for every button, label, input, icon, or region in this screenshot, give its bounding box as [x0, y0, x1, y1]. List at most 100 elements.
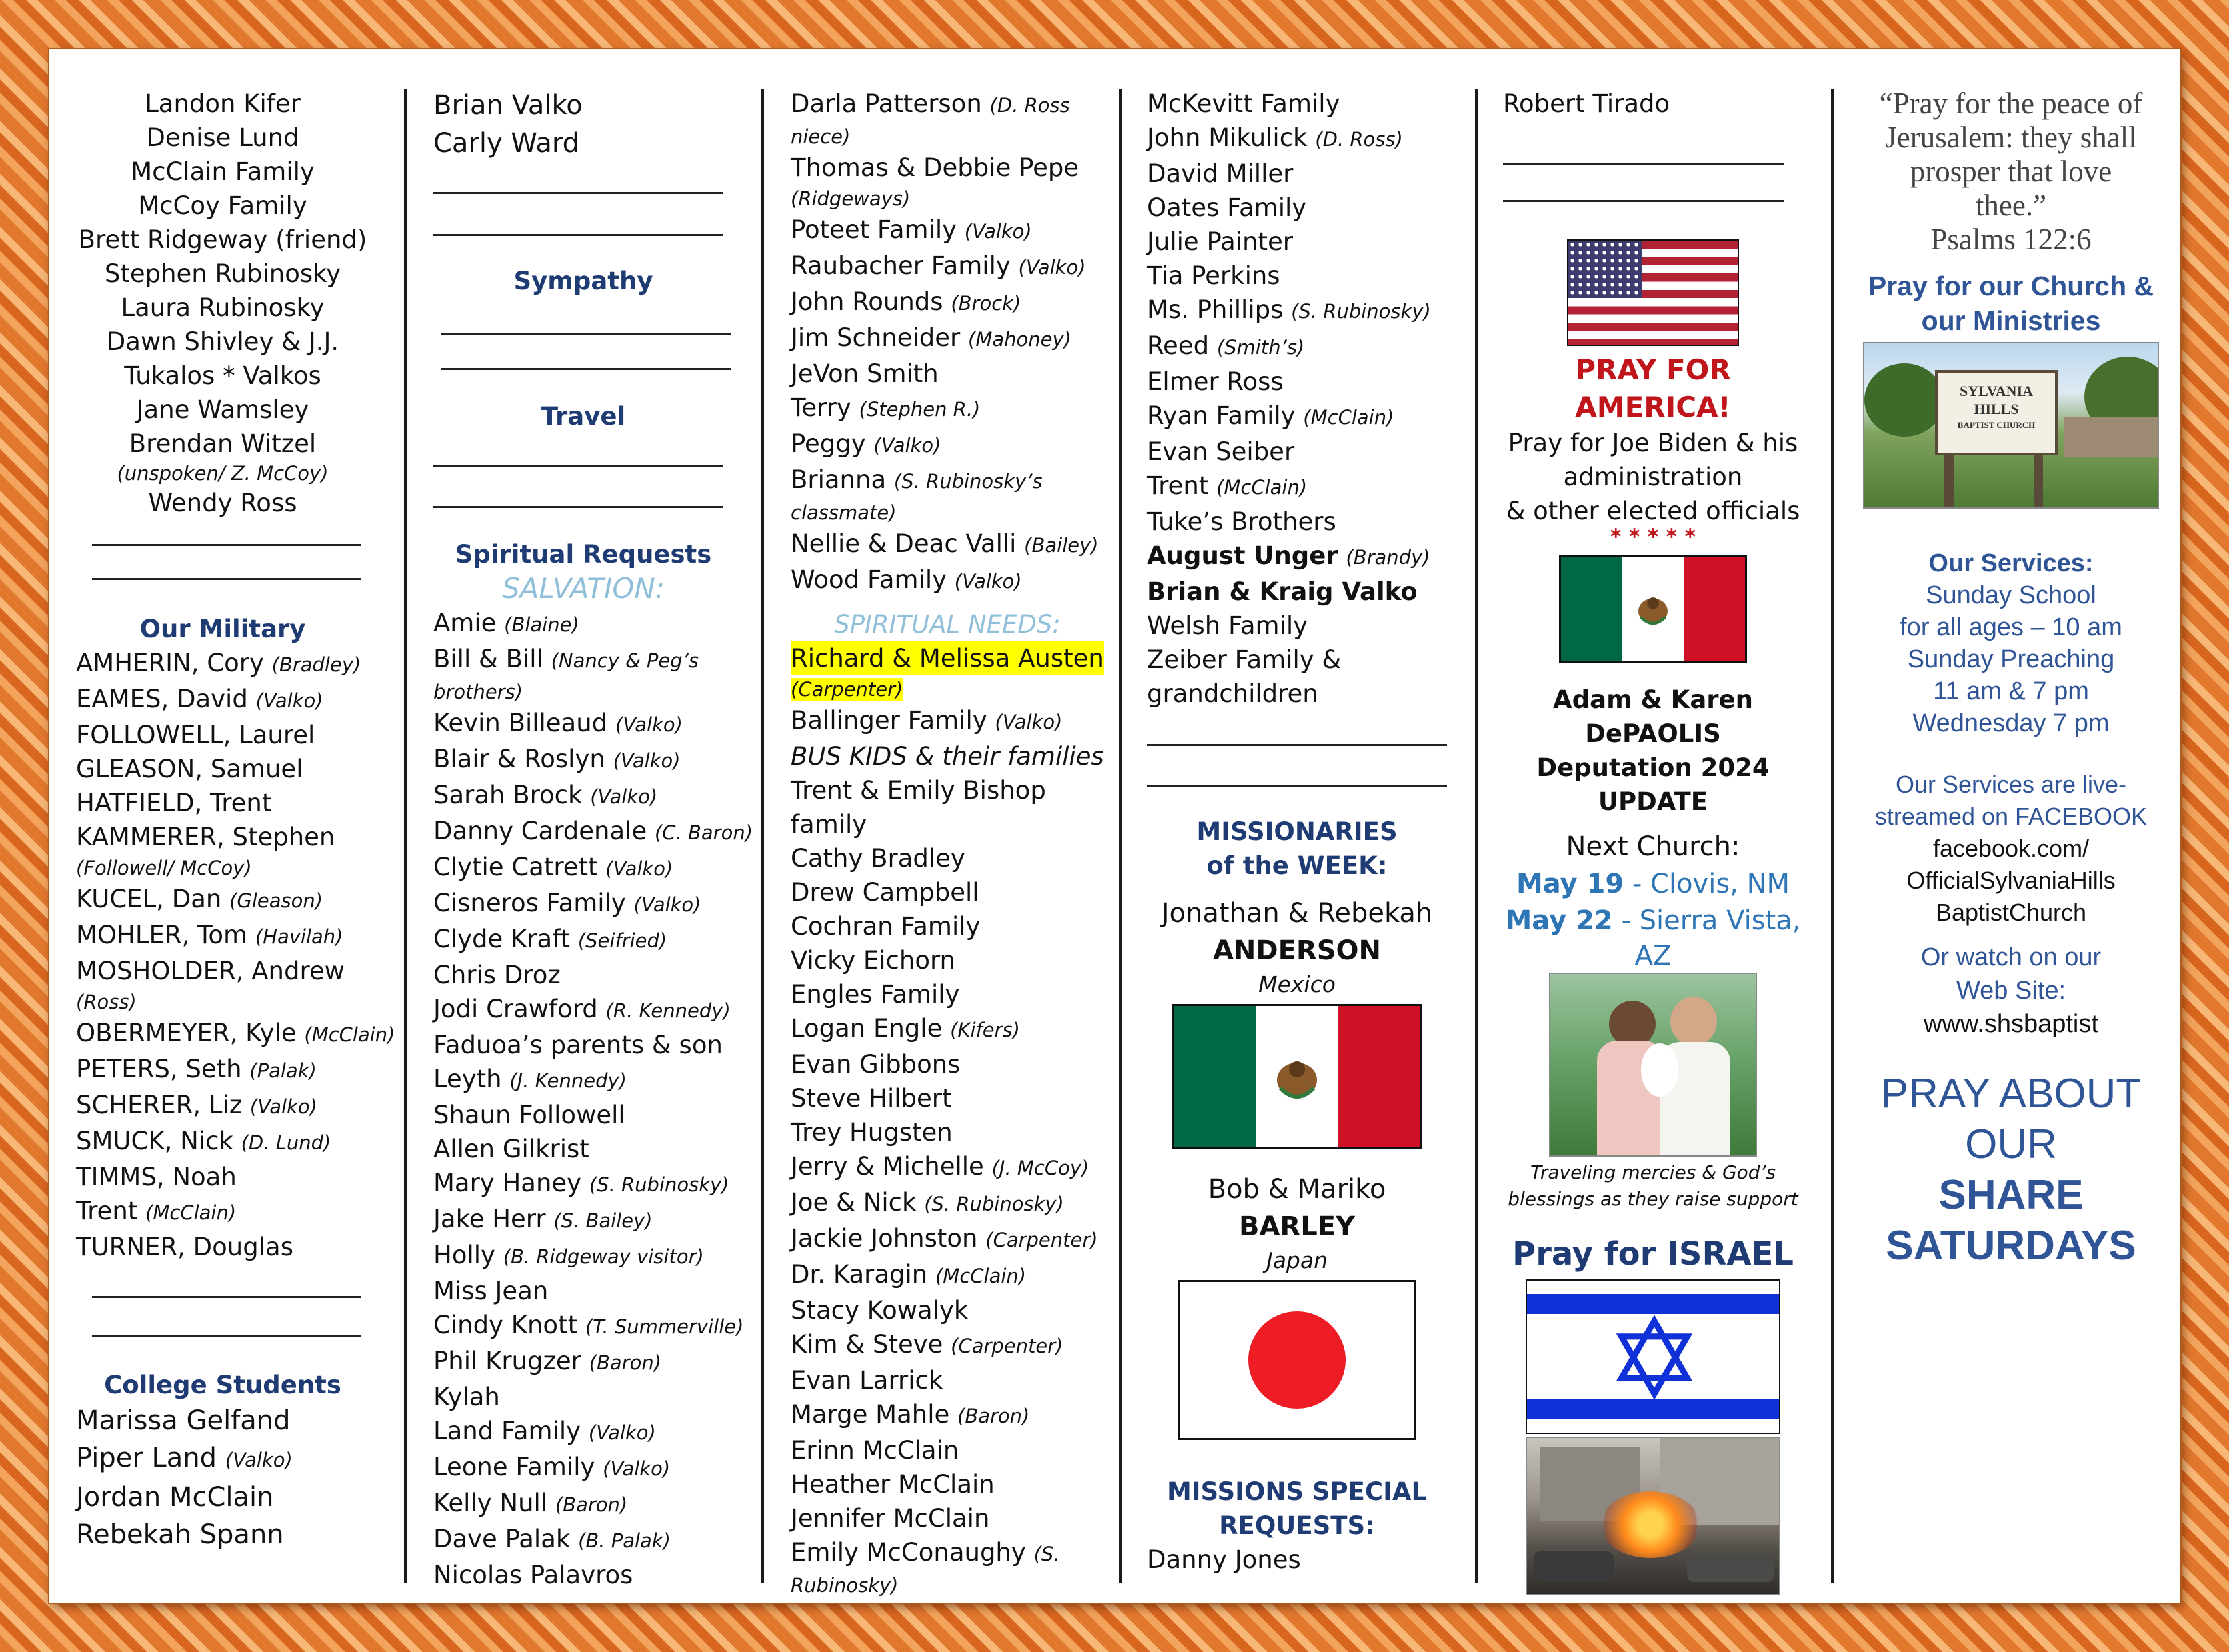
prayer-name-item: Oates Family [1147, 191, 1447, 225]
prayer-name: Bill & Bill [433, 645, 543, 673]
prayer-note: (Stephen R.) [859, 398, 981, 421]
prayer-name-item: August Unger (Brandy) [1147, 539, 1447, 575]
prayer-name: facebook.com/ [1932, 835, 2090, 862]
prayer-note: (S. Rubinosky’s [893, 470, 1043, 493]
prayer-note: (Valko) [613, 749, 681, 772]
prayer-name-item: Terry (Stephen R.) [791, 391, 1104, 427]
prayer-name: Danny Jones [1147, 1545, 1301, 1574]
prayer-note: (Bailey) [1024, 534, 1099, 557]
blank-line [92, 544, 361, 546]
prayer-name: Brian Valko [433, 90, 583, 121]
prayer-name: David Miller [1147, 159, 1294, 188]
prayer-name: Emily McConaughy [791, 1538, 1026, 1567]
prayer-name: Trent [76, 1197, 138, 1225]
prayer-note: (Valko) [873, 434, 941, 457]
prayer-name: Joe & Nick [791, 1188, 917, 1217]
prayer-note: (McClain) [935, 1265, 1027, 1287]
prayer-note: (Gleason) [229, 889, 323, 912]
prayer-name-item: Jake Herr (S. Bailey) [433, 1202, 733, 1238]
prayer-note: (Carpenter) [791, 678, 903, 701]
prayer-name: Elmer Ross [1147, 367, 1284, 396]
prayer-name: streamed on FACEBOOK [1874, 803, 2148, 830]
prayer-name-item: David Miller [1147, 157, 1447, 191]
israel-news-photo [1526, 1437, 1780, 1595]
prayer-name: Kelly Null [433, 1489, 548, 1517]
blank-line [433, 506, 723, 508]
prayer-note: (R. Kennedy) [605, 999, 731, 1022]
prayer-name: Wednesday 7 pm [1912, 709, 2110, 737]
prayer-name-item: Piper Land (Valko) [76, 1439, 369, 1479]
prayer-note: (S. [1033, 1543, 1060, 1565]
church-info-column: “Pray for the peace of Jerusalem: they sh… [1858, 87, 2164, 1271]
prayer-name-item: Erinn McClain [791, 1433, 1104, 1467]
prayer-name: SATURDAYS [1886, 1223, 2136, 1269]
prayer-name: Dawn Shivley & J.J. [106, 327, 339, 356]
prayer-name: McCoy Family [138, 191, 307, 220]
blank-line [433, 234, 723, 236]
prayer-name: Denise Lund [146, 123, 299, 152]
prayer-note: (McClain) [1303, 406, 1394, 429]
prayer-name-item: Leone Family (Valko) [433, 1450, 733, 1486]
blank-line [92, 578, 361, 580]
prayer-name: TURNER, Douglas [76, 1233, 293, 1261]
prayer-name: Leone Family [433, 1453, 595, 1481]
prayer-note: (B. Palak) [578, 1529, 671, 1552]
next-church-label: Next Church: [1566, 831, 1740, 862]
prayer-name-item: Jim Schneider (Mahoney) [791, 321, 1104, 357]
prayer-note: (Valko) [633, 893, 701, 916]
prayer-name-item: Sarah Brock (Valko) [433, 778, 733, 814]
prayer-name: Miss Jean [433, 1277, 549, 1305]
prayer-name: for all ages – 10 am [1900, 613, 2122, 641]
prayer-name: Stacy Kowalyk [791, 1296, 969, 1325]
prayer-name-item: Heather McClain [791, 1467, 1104, 1501]
prayer-name-item: John Rounds (Brock) [791, 285, 1104, 321]
prayer-name-list: Landon Kifer Denise Lund McClain Family McC… [76, 87, 369, 461]
prayer-name-item: Poteet Family (Valko) [791, 213, 1104, 249]
missionary-country: Japan [1266, 1247, 1328, 1273]
sympathy-heading: Sympathy [513, 267, 653, 295]
prayer-name: Trent [1147, 471, 1209, 500]
prayer-name: Jerry & Michelle [791, 1152, 984, 1181]
prayer-name-item: Tia Perkins [1147, 259, 1447, 293]
prayer-name: Laura Rubinosky [121, 293, 325, 322]
prayer-name: John Mikulick [1147, 123, 1308, 152]
prayer-name: Trey Hugsten [791, 1118, 953, 1147]
place: AZ [1634, 941, 1672, 971]
prayer-name-item: Tuke’s Brothers [1147, 505, 1447, 539]
prayer-name: MOSHOLDER, Andrew [76, 957, 345, 985]
prayer-name-item: Shaun Followell [433, 1098, 733, 1132]
prayer-list-column-3: Darla Patterson (D. Ross niece) Thomas &… [791, 87, 1104, 1599]
prayer-note: (J. Kennedy) [509, 1069, 627, 1092]
column-divider [404, 89, 407, 1583]
prayer-note: (Valko) [603, 1457, 671, 1480]
bulletin-sheet: Landon Kifer Denise Lund McClain Family McC… [49, 49, 2180, 1603]
prayer-name: Darla Patterson [791, 89, 982, 118]
prayer-name: Marissa Gelfand [76, 1405, 291, 1436]
salvation-list: Kevin Billeaud (Valko) Blair & Roslyn (Va… [433, 706, 753, 1592]
prayer-name: Marge Mahle [791, 1400, 950, 1429]
prayer-list-column-5: Robert Tirado PRAY FOR AMERICA! Pray for… [1503, 87, 1803, 1595]
japan-flag [1178, 1280, 1416, 1440]
prayer-name-item: Nicolas Palavros [433, 1558, 733, 1592]
prayer-name: Drew Campbell [791, 878, 979, 907]
prayer-name: Or watch on our [1920, 943, 2102, 971]
salvation-list: Amie (Blaine) Bill & Bill (Nancy & Peg’s [433, 606, 733, 678]
prayer-note: (Havilah) [255, 925, 343, 948]
prayer-name-item: SMUCK, Nick (D. Lund) [76, 1124, 369, 1160]
blank-line [441, 368, 731, 370]
red-sun-disc [1248, 1311, 1346, 1409]
prayer-note: (unspoken/ Z. McCoy) [117, 462, 329, 485]
prayer-name-list: Poteet Family (Valko) Raubacher Family (V… [791, 213, 1104, 463]
prayer-name: Robert Tirado [1503, 89, 1670, 118]
blank-line [433, 192, 723, 194]
depaolis-heading: Deputation 2024 UPDATE [1536, 753, 1770, 816]
prayer-name-item: Clytie Catrett (Valko) [433, 850, 733, 886]
prayer-name-item: Julie Painter [1147, 225, 1447, 259]
prayer-name-item: grandchildren [1147, 677, 1447, 711]
prayer-name: Cochran Family [791, 912, 981, 941]
prayer-name: TIMMS, Noah [76, 1163, 237, 1191]
prayer-name-item: PETERS, Seth (Palak) [76, 1052, 369, 1088]
prayer-name: Stephen Rubinosky [104, 259, 341, 288]
missions-special-heading: REQUESTS: [1219, 1511, 1375, 1540]
prayer-name: Ryan Family [1147, 401, 1296, 430]
